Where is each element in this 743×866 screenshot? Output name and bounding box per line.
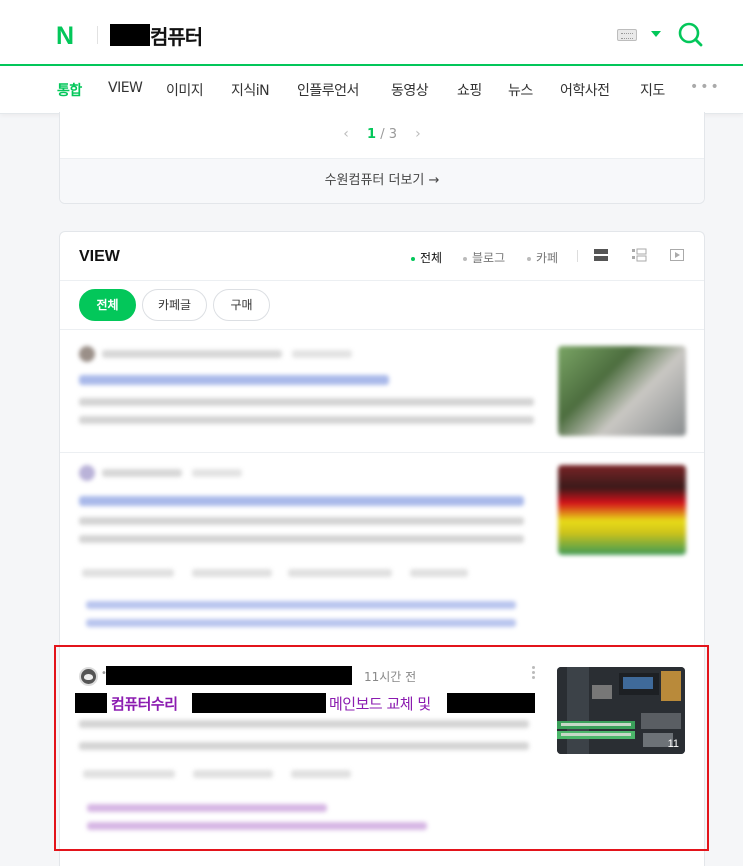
blurred-tag (410, 569, 468, 577)
detail-view-icon[interactable] (631, 247, 647, 263)
video-view-icon[interactable] (669, 247, 685, 263)
avatar (79, 465, 95, 481)
post-thumbnail (558, 465, 686, 555)
divider (60, 280, 704, 281)
tab-view[interactable]: VIEW (108, 80, 143, 96)
chevron-down-icon[interactable] (651, 31, 661, 37)
dot-icon (463, 256, 467, 261)
chip-cafe-post[interactable]: 카페글 (142, 289, 207, 321)
blurred-post[interactable] (60, 453, 704, 641)
view-section: VIEW 전체 블로그 카페 전체 카페글 구매 (59, 231, 705, 641)
tab-news[interactable]: 뉴스 (508, 80, 533, 100)
place-result-card: ‹ 1 / 3 › 수원컴퓨터 더보기 → (59, 112, 705, 204)
search-tab-bar: 통합 VIEW 이미지 지식iN 인플루언서 동영상 쇼핑 뉴스 어학사전 지도… (0, 66, 743, 114)
tab-influencer[interactable]: 인플루언서 (297, 80, 359, 100)
next-page-button[interactable]: › (401, 126, 435, 142)
filter-divider (577, 250, 578, 262)
blurred-snippet (79, 517, 524, 525)
tab-images[interactable]: 이미지 (166, 80, 204, 100)
search-icon[interactable] (677, 21, 703, 47)
redacted-query-text (110, 24, 150, 46)
blurred-snippet (79, 535, 524, 543)
chip-purchase[interactable]: 구매 (213, 289, 270, 321)
place-more-link[interactable]: 수원컴퓨터 더보기 → (60, 158, 704, 203)
query-text: 컴퓨터 (150, 24, 203, 49)
blurred-time (192, 469, 242, 477)
blurred-time (292, 350, 352, 358)
blurred-title (79, 375, 389, 385)
blurred-related-link (86, 619, 516, 627)
tab-integrated[interactable]: 통합 (57, 80, 82, 100)
logo-divider (97, 26, 98, 44)
tab-map[interactable]: 지도 (640, 80, 665, 100)
dot-icon (411, 256, 415, 261)
tab-shopping[interactable]: 쇼핑 (457, 80, 482, 100)
tab-knowledge-in[interactable]: 지식iN (231, 80, 270, 100)
prev-page-button[interactable]: ‹ (329, 126, 363, 142)
blurred-snippet (79, 398, 534, 406)
naver-logo[interactable]: N (56, 22, 74, 51)
tab-dictionary[interactable]: 어학사전 (560, 80, 610, 100)
blurred-tag (192, 569, 272, 577)
blurred-author (102, 350, 282, 358)
keyboard-icon[interactable] (617, 29, 637, 41)
list-view-icon[interactable] (593, 247, 609, 263)
chip-all[interactable]: 전체 (79, 289, 136, 321)
blurred-post[interactable] (60, 330, 704, 452)
tabs-more-button[interactable]: ••• (690, 79, 721, 95)
filter-cafe[interactable]: 카페 (527, 249, 558, 266)
blurred-title (79, 496, 524, 506)
dot-icon (527, 256, 531, 261)
blurred-author (102, 469, 182, 477)
total-pages: 3 (388, 127, 397, 142)
current-page: 1 (367, 127, 377, 142)
blurred-tag (82, 569, 174, 577)
pagination: ‹ 1 / 3 › (60, 126, 704, 142)
blurred-snippet (79, 416, 534, 424)
blurred-tag (288, 569, 392, 577)
filter-blog[interactable]: 블로그 (463, 249, 505, 266)
tab-video[interactable]: 동영상 (391, 80, 429, 100)
avatar (79, 346, 95, 362)
search-header: N 컴퓨터 (0, 0, 743, 66)
highlight-border (54, 645, 709, 851)
search-input[interactable]: 컴퓨터 (110, 22, 203, 49)
blurred-related-link (86, 601, 516, 609)
section-title: VIEW (79, 248, 120, 265)
post-thumbnail (558, 346, 686, 436)
filter-all[interactable]: 전체 (411, 249, 442, 266)
page-separator: / (380, 127, 385, 142)
